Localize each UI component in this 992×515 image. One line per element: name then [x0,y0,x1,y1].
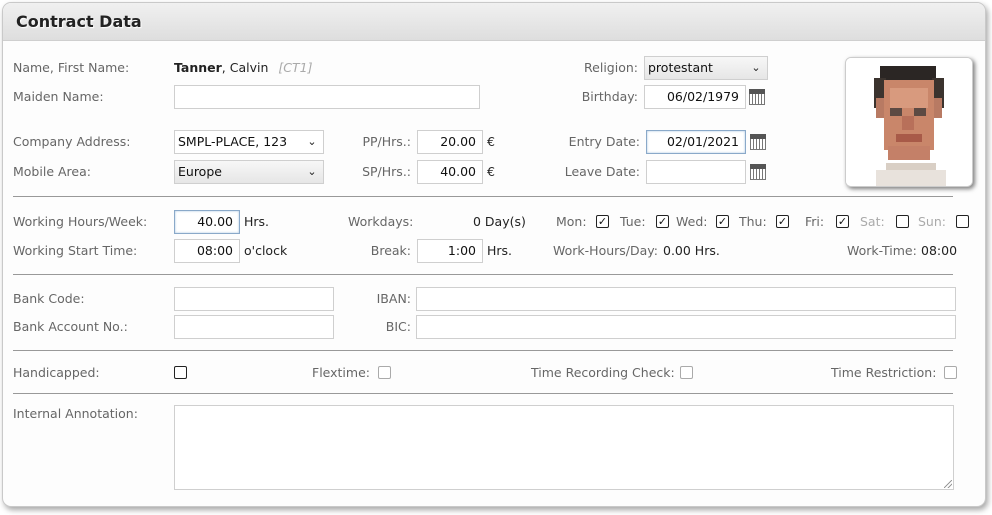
checkbox-fri[interactable]: ✓ [836,215,849,228]
contract-data-panel: Contract Data Name, First Name: Tanner, … [2,2,986,507]
entry-date-label: Entry Date: [568,134,640,149]
break-label: Break: [370,243,411,258]
leave-date-input[interactable] [646,160,746,184]
panel-title: Contract Data [16,12,142,31]
sp-currency: € [487,164,495,179]
checkbox-sun[interactable] [956,215,969,228]
person-code: [CT1] [278,60,313,75]
chevron-down-icon: ⌄ [751,61,761,74]
working-hours-week-input[interactable]: 40.00 [174,210,240,234]
maiden-name-label: Maiden Name: [13,89,104,104]
religion-value: protestant [648,60,713,75]
flextime-checkbox[interactable] [378,366,391,379]
pp-currency: € [487,134,495,149]
time-recording-check-checkbox[interactable] [680,366,693,379]
divider [13,393,953,394]
day-label-fri: Fri: [805,214,825,229]
birthday-input[interactable]: 06/02/1979 [644,85,746,109]
iban-label: IBAN: [376,291,411,306]
first-name: , Calvin [221,60,269,75]
chevron-down-icon: ⌄ [307,165,317,178]
divider [13,274,953,275]
workdays-label: Workdays: [348,214,414,229]
chevron-down-icon: ⌄ [307,135,317,148]
bank-account-input[interactable] [174,315,334,339]
oclock-unit: o'clock [244,243,288,258]
panel-header: Contract Data [3,3,985,41]
time-restriction-checkbox[interactable] [944,366,957,379]
time-recording-check-label: Time Recording Check: [531,365,675,380]
internal-annotation-textarea[interactable] [174,405,954,490]
handicapped-checkbox[interactable] [174,366,187,379]
divider [13,196,953,197]
last-name: Tanner [174,60,222,75]
person-name: Tanner, Calvin [CT1] [174,60,312,75]
mobile-area-select[interactable]: Europe ⌄ [174,160,324,184]
workdays-value: 0 Day(s) [473,214,526,229]
company-address-label: Company Address: [13,134,131,149]
bic-input[interactable] [416,315,956,339]
bank-code-input[interactable] [174,287,334,311]
work-hours-day-label: Work-Hours/Day: [553,243,658,258]
calendar-icon[interactable] [749,89,765,105]
work-hours-day-value: 0.00 Hrs. [663,243,720,258]
day-label-tue: Tue: [620,214,646,229]
divider [13,350,953,351]
hours-unit: Hrs. [244,214,270,229]
maiden-name-input[interactable] [174,85,480,109]
day-label-thu: Thu: [739,214,767,229]
handicapped-label: Handicapped: [13,365,100,380]
break-unit: Hrs. [487,243,513,258]
sp-hours-label: SP/Hrs.: [362,164,411,179]
work-time-label: Work-Time: [847,243,917,258]
day-label-mon: Mon: [556,214,587,229]
time-restriction-label: Time Restriction: [831,365,937,380]
religion-label: Religion: [584,60,638,75]
internal-annotation-label: Internal Annotation: [13,406,138,421]
working-hours-week-label: Working Hours/Week: [13,214,148,229]
flextime-label: Flextime: [312,365,370,380]
calendar-icon[interactable] [750,134,766,150]
checkbox-mon[interactable]: ✓ [596,215,609,228]
sp-hours-input[interactable]: 40.00 [417,160,483,184]
name-label: Name, First Name: [13,60,130,75]
checkbox-sat[interactable] [896,215,909,228]
break-input[interactable]: 1:00 [417,239,483,263]
day-label-wed: Wed: [676,214,708,229]
checkbox-thu[interactable]: ✓ [776,215,789,228]
employee-photo-image [846,58,972,186]
pp-hours-label: PP/Hrs.: [362,134,411,149]
day-label-sun: Sun: [918,214,946,229]
employee-photo [845,57,973,187]
working-start-time-label: Working Start Time: [13,243,138,258]
checkbox-wed[interactable]: ✓ [716,215,729,228]
company-address-value: SMPL-PLACE, 123 Sa [178,134,288,149]
work-time-value: 08:00 [921,243,958,258]
bic-label: BIC: [385,319,411,334]
mobile-area-value: Europe [178,164,222,179]
religion-select[interactable]: protestant ⌄ [644,56,768,80]
pp-hours-input[interactable]: 20.00 [417,130,483,154]
birthday-label: Birthday: [581,89,638,104]
working-start-time-input[interactable]: 08:00 [174,239,240,263]
company-address-select[interactable]: SMPL-PLACE, 123 Sa ⌄ [174,130,324,154]
mobile-area-label: Mobile Area: [13,164,91,179]
checkbox-tue[interactable]: ✓ [656,215,669,228]
resize-handle-icon[interactable] [944,480,952,488]
bank-account-label: Bank Account No.: [13,319,128,334]
bank-code-label: Bank Code: [13,291,85,306]
entry-date-input[interactable]: 02/01/2021 [646,130,746,154]
leave-date-label: Leave Date: [564,164,640,179]
day-label-sat: Sat: [860,214,885,229]
iban-input[interactable] [416,287,956,311]
calendar-icon[interactable] [750,164,766,180]
